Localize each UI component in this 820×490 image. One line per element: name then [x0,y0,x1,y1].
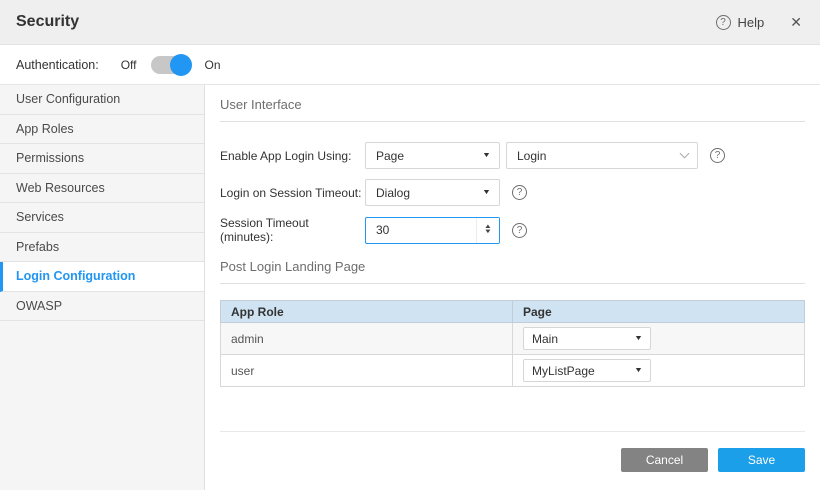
security-dialog: Security ? Help ✕ Authentication: Off On… [0,0,820,490]
sidebar-item-web-resources[interactable]: Web Resources [0,174,204,204]
toggle-on-label: On [205,58,221,72]
authentication-toggle[interactable] [151,56,191,74]
user-page-select[interactable]: MyListPage ▼ [523,359,651,382]
login-page-value: Login [517,149,546,163]
timeout-login-value: Dialog [376,186,410,200]
sidebar-item-services[interactable]: Services [0,203,204,233]
table-row: admin Main ▼ [221,323,805,355]
page-title: Security [16,13,79,31]
enable-app-login-label: Enable App Login Using: [220,149,365,163]
session-timeout-login-label: Login on Session Timeout: [220,186,365,200]
dropdown-arrow-icon: ▼ [482,189,491,196]
sidebar-item-login-configuration[interactable]: Login Configuration [0,262,204,292]
column-header-app-role: App Role [221,301,513,323]
help-label: Help [738,15,765,30]
section-title-post-login: Post Login Landing Page [220,259,805,284]
main-content: User Interface Enable App Login Using: P… [205,85,820,490]
toggle-off-label: Off [121,58,137,72]
authentication-row: Authentication: Off On [0,45,820,85]
table-row: user MyListPage ▼ [221,355,805,387]
session-timeout-row: Session Timeout (minutes): 30 ▲ ▼ ? [220,216,805,244]
save-button[interactable]: Save [718,448,805,472]
session-timeout-value: 30 [366,218,476,243]
timeout-login-select[interactable]: Dialog ▼ [365,179,500,206]
enable-login-help-icon[interactable]: ? [710,148,725,163]
sidebar-item-prefabs[interactable]: Prefabs [0,233,204,263]
post-login-table: App Role Page admin Main ▼ [220,300,805,387]
help-button[interactable]: ? Help [716,15,765,30]
chevron-down-icon [680,149,690,159]
sidebar-item-app-roles[interactable]: App Roles [0,115,204,145]
table-header-row: App Role Page [221,301,805,323]
role-cell-admin: admin [221,323,513,355]
login-type-select[interactable]: Page ▼ [365,142,500,169]
dropdown-arrow-icon: ▼ [482,152,491,159]
authentication-label: Authentication: [16,58,99,72]
dropdown-arrow-icon: ▼ [634,335,643,342]
footer-actions: Cancel Save [220,431,805,490]
stepper-down-icon: ▼ [484,230,492,235]
admin-page-select[interactable]: Main ▼ [523,327,651,350]
close-icon[interactable]: ✕ [790,15,802,29]
admin-page-value: Main [532,332,558,346]
dialog-body: User Configuration App Roles Permissions… [0,85,820,490]
login-type-value: Page [376,149,404,163]
number-stepper[interactable]: ▲ ▼ [476,218,499,243]
section-title-user-interface: User Interface [220,97,805,122]
session-timeout-login-row: Login on Session Timeout: Dialog ▼ ? [220,179,805,206]
help-icon: ? [716,15,731,30]
titlebar: Security ? Help ✕ [0,0,820,45]
role-cell-user: user [221,355,513,387]
page-cell: MyListPage ▼ [513,355,805,387]
dropdown-arrow-icon: ▼ [634,367,643,374]
sidebar-item-owasp[interactable]: OWASP [0,292,204,322]
session-timeout-help-icon[interactable]: ? [512,223,527,238]
page-cell: Main ▼ [513,323,805,355]
session-timeout-input[interactable]: 30 ▲ ▼ [365,217,500,244]
cancel-button[interactable]: Cancel [621,448,708,472]
column-header-page: Page [513,301,805,323]
sidebar: User Configuration App Roles Permissions… [0,85,205,490]
sidebar-item-user-configuration[interactable]: User Configuration [0,85,204,115]
timeout-login-help-icon[interactable]: ? [512,185,527,200]
session-timeout-label: Session Timeout (minutes): [220,216,365,244]
sidebar-item-permissions[interactable]: Permissions [0,144,204,174]
user-page-value: MyListPage [532,364,595,378]
toggle-knob [170,54,192,76]
login-page-select[interactable]: Login [506,142,698,169]
enable-app-login-row: Enable App Login Using: Page ▼ Login ? [220,142,805,169]
